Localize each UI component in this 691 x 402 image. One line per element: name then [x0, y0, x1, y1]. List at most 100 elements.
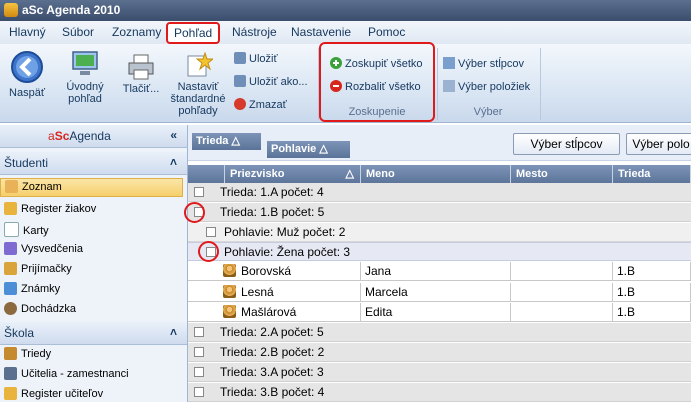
back-label: Naspäť: [9, 87, 45, 99]
back-arrow-icon: [11, 51, 43, 83]
menu-pomoc[interactable]: Pomoc: [368, 25, 405, 39]
set-default-label-1: Nastaviť: [177, 81, 219, 93]
delete-label: Zmazať: [249, 99, 287, 111]
title-bar: aSc Agenda 2010: [0, 0, 691, 21]
group-row-1a[interactable]: Trieda: 1.A počet: 4: [188, 183, 691, 202]
section-studenti-label: Študenti: [4, 156, 49, 170]
monitor-icon: [72, 51, 98, 75]
highlight-zoskupenie: [319, 42, 435, 122]
lock-icon: [4, 387, 17, 400]
teachers-icon: [4, 367, 17, 380]
table-row[interactable]: Borovská Jana 1.B: [188, 262, 691, 281]
columns-icon: [443, 57, 455, 69]
select-columns-button[interactable]: Výber stĺpcov: [443, 57, 524, 70]
group-row-2a[interactable]: Trieda: 2.A počet: 5: [188, 323, 691, 342]
set-default-label-2: štandardné: [170, 93, 226, 105]
brand-header: aScAgenda «: [0, 125, 187, 148]
column-header-blank: [188, 165, 225, 184]
app-title: aSc Agenda 2010: [22, 3, 121, 17]
expand-toggle[interactable]: [194, 347, 204, 357]
nav-triedy[interactable]: Triedy: [4, 347, 51, 360]
column-header-mesto[interactable]: Mesto: [511, 165, 613, 184]
certificate-icon: [4, 242, 17, 255]
home-view-button[interactable]: Úvodný pohľad: [60, 50, 110, 105]
section-studenti[interactable]: Študenti ˄: [0, 152, 187, 175]
nav-znamky[interactable]: Známky: [4, 282, 60, 295]
group-chip-trieda[interactable]: Trieda △: [192, 133, 261, 150]
group-row-2b[interactable]: Trieda: 2.B počet: 2: [188, 343, 691, 362]
back-button[interactable]: Naspäť: [4, 50, 50, 99]
group-row-3b[interactable]: Trieda: 3.B počet: 4: [188, 383, 691, 402]
menu-nastavenie[interactable]: Nastavenie: [291, 25, 351, 39]
group-row-1b[interactable]: Trieda: 1.B počet: 5: [188, 203, 691, 222]
select-items-label: Výber položiek: [458, 81, 531, 93]
classes-icon: [4, 347, 17, 360]
group-label-vyber: Výber: [473, 106, 503, 118]
delete-button[interactable]: Zmazať: [234, 98, 287, 111]
sort-asc-icon: △: [231, 135, 240, 147]
expand-toggle[interactable]: [194, 187, 204, 197]
expand-toggle[interactable]: [194, 367, 204, 377]
admission-icon: [4, 262, 17, 275]
nav-vysvedcenia[interactable]: Vysvedčenia: [4, 242, 83, 255]
menu-hlavny[interactable]: Hlavný: [9, 25, 46, 39]
star-sheet-icon: [187, 51, 215, 77]
table-row[interactable]: Mašlárová Edita 1.B: [188, 303, 691, 322]
home-view-label-1: Úvodný: [66, 81, 104, 93]
attendance-icon: [4, 302, 17, 315]
save-as-button[interactable]: Uložiť ako...: [234, 75, 308, 88]
select-columns-btn[interactable]: Výber stĺpcov: [513, 133, 620, 155]
brand-title: aScAgenda: [48, 129, 111, 143]
column-header-meno[interactable]: Meno: [361, 165, 511, 184]
print-button[interactable]: Tlačiť...: [118, 54, 164, 95]
sort-asc-icon: △: [319, 143, 328, 155]
app-icon: [4, 3, 18, 17]
menu-zoznamy[interactable]: Zoznamy: [112, 25, 161, 39]
column-header-priezvisko[interactable]: Priezvisko △: [225, 165, 361, 184]
column-header-trieda[interactable]: Trieda: [613, 165, 691, 184]
expand-toggle[interactable]: [194, 387, 204, 397]
menu-nastroje[interactable]: Nástroje: [232, 25, 277, 39]
ribbon-separator: [437, 48, 438, 120]
save-button[interactable]: Uložiť: [234, 52, 278, 65]
items-icon: [443, 80, 455, 92]
menu-subor[interactable]: Súbor: [62, 25, 94, 39]
set-default-label-3: pohľady: [178, 105, 218, 117]
chevron-up-icon[interactable]: ˄: [170, 325, 177, 339]
nav-ucitelia[interactable]: Učitelia - zamestnanci: [4, 367, 129, 380]
grades-icon: [4, 282, 17, 295]
select-columns-label: Výber stĺpcov: [458, 58, 525, 70]
save-icon: [234, 52, 246, 64]
lock-icon: [4, 202, 17, 215]
person-icon: [223, 264, 236, 277]
chevron-up-icon[interactable]: ˄: [170, 155, 177, 169]
select-items-btn[interactable]: Výber polo: [626, 133, 691, 155]
printer-icon: [128, 54, 154, 80]
subgroup-row-zena[interactable]: Pohlavie: Žena počet: 3: [188, 242, 691, 261]
set-default-views-button[interactable]: Nastaviť štandardné pohľady: [166, 51, 230, 117]
nav-dochadzka[interactable]: Dochádzka: [4, 302, 76, 315]
save-label: Uložiť: [249, 53, 278, 65]
expand-toggle[interactable]: [206, 227, 216, 237]
highlight-circle-1b: [184, 202, 205, 223]
group-row-3a[interactable]: Trieda: 3.A počet: 3: [188, 363, 691, 382]
delete-icon: [234, 98, 246, 110]
print-label: Tlačiť...: [122, 83, 160, 95]
select-items-button[interactable]: Výber položiek: [443, 80, 530, 93]
section-skola[interactable]: Škola ˄: [0, 322, 187, 345]
nav-karty[interactable]: Karty: [4, 222, 49, 237]
person-icon: [223, 305, 236, 318]
nav-register-ucitelov[interactable]: Register učiteľov: [4, 387, 103, 400]
table-row[interactable]: Lesná Marcela 1.B: [188, 283, 691, 302]
nav-register-ziakov[interactable]: Register žiakov: [4, 202, 96, 215]
expand-toggle[interactable]: [194, 327, 204, 337]
menu-pohlad[interactable]: Pohľad: [166, 22, 221, 44]
column-header: Priezvisko △ Meno Mesto Trieda: [188, 165, 691, 184]
section-skola-label: Škola: [4, 326, 35, 340]
group-chip-pohlavie[interactable]: Pohlavie △: [267, 141, 350, 158]
subgroup-row-muz[interactable]: Pohlavie: Muž počet: 2: [188, 223, 691, 242]
nav-zoznam[interactable]: Zoznam: [0, 178, 183, 197]
nav-prijimacky[interactable]: Prijímačky: [4, 262, 72, 275]
collapse-pane-button[interactable]: «: [170, 128, 177, 142]
save-as-icon: [234, 75, 246, 87]
